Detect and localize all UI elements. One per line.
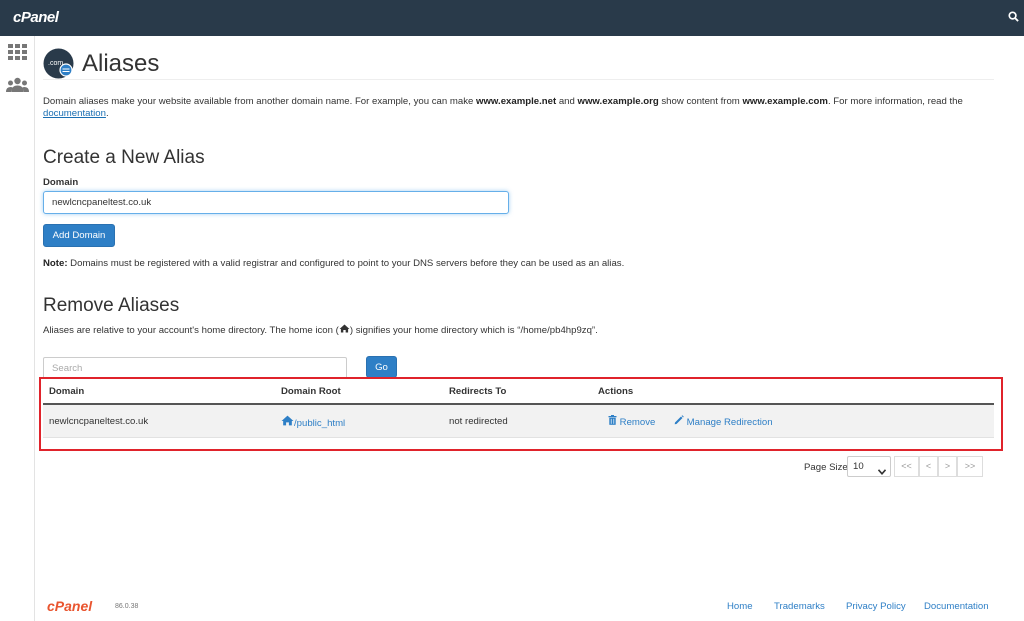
chevron-down-icon [877, 463, 887, 482]
previous-page-button[interactable]: < [919, 456, 938, 477]
users-icon[interactable] [6, 77, 29, 96]
note-text: Note: Domains must be registered with a … [43, 258, 624, 269]
desc-segment: ) signifies your home directory which is… [349, 325, 598, 336]
remove-description: Aliases are relative to your account's h… [43, 324, 598, 336]
page-title: Aliases [82, 50, 160, 77]
home-icon [339, 324, 350, 336]
next-page-button[interactable]: > [938, 456, 957, 477]
footer-cpanel-logo[interactable]: cPanel [47, 598, 92, 614]
page-header: .com Aliases [43, 46, 994, 80]
page-size-select[interactable]: 10 [847, 456, 891, 477]
intro-example: www.example.com [742, 96, 828, 107]
footer-documentation-link[interactable]: Documentation [924, 601, 989, 612]
page-size-value: 10 [853, 461, 864, 472]
grid-icon[interactable] [8, 44, 27, 63]
page-size-label: Page Size [804, 462, 848, 473]
search-input[interactable] [43, 357, 347, 379]
intro-text: Domain aliases make your website availab… [43, 96, 998, 120]
intro-segment: and [556, 96, 578, 107]
highlight-box [39, 377, 1003, 451]
domain-input[interactable] [43, 191, 509, 214]
intro-segment: show content from [658, 96, 743, 107]
go-button[interactable]: Go [366, 356, 397, 378]
aliases-app-icon: .com [43, 48, 74, 79]
footer-home-link[interactable]: Home [727, 601, 753, 612]
intro-segment: . [105, 108, 109, 119]
documentation-link[interactable]: documentation [43, 108, 106, 119]
domain-label: Domain [43, 177, 79, 188]
last-page-button[interactable]: >> [957, 456, 983, 477]
remove-aliases-heading: Remove Aliases [43, 295, 180, 316]
sidebar [0, 36, 35, 621]
note-body: Domains must be registered with a valid … [67, 258, 625, 269]
intro-example: www.example.org [577, 96, 659, 107]
top-bar: cPanel [0, 0, 1024, 36]
create-alias-heading: Create a New Alias [43, 147, 205, 168]
intro-segment: Domain aliases make your website availab… [43, 96, 476, 107]
footer-privacy-policy-link[interactable]: Privacy Policy [846, 601, 906, 612]
footer-trademarks-link[interactable]: Trademarks [774, 601, 825, 612]
note-label: Note: [43, 258, 68, 269]
desc-segment: Aliases are relative to your account's h… [43, 325, 339, 336]
intro-example: www.example.net [476, 96, 557, 107]
first-page-button[interactable]: << [894, 456, 919, 477]
add-domain-button[interactable]: Add Domain [43, 224, 115, 247]
search-icon[interactable] [1008, 11, 1019, 25]
version-text: 86.0.38 [115, 603, 139, 610]
cpanel-logo[interactable]: cPanel [13, 9, 59, 26]
intro-segment: . For more information, read the [827, 96, 963, 107]
